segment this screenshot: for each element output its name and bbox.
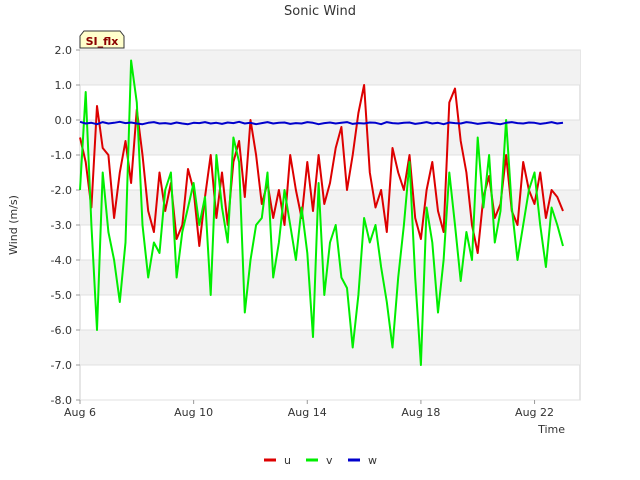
legend: u v w — [264, 454, 377, 467]
y-tick-label: 0.0 — [55, 114, 73, 127]
x-tick-label: Aug 6 — [64, 406, 96, 419]
sonic-wind-chart: Sonic Wind 2.0 1.0 0.0 -1.0 -2.0 -3.0 -4.0 -5.0… — [7, 4, 581, 467]
y-axis-ticks: 2.01.00.0-1.0-2.0-3.0-4.0-5.0-6.0-7.0-8.… — [51, 44, 80, 407]
y-axis-label: Wind (m/s) — [7, 195, 20, 255]
y-tick-label: -2.0 — [51, 184, 72, 197]
y-tick-label: 2.0 — [55, 44, 73, 57]
y-tick-label: -7.0 — [51, 359, 72, 372]
y-tick-label: -3.0 — [51, 219, 72, 232]
y-tick-label: -6.0 — [51, 324, 72, 337]
series-badge: SI_flx — [79, 30, 125, 49]
x-tick-label: Aug 14 — [288, 406, 327, 419]
x-tick-label: Aug 18 — [401, 406, 440, 419]
badge-label: SI_flx — [86, 35, 119, 48]
y-tick-label: 1.0 — [55, 79, 73, 92]
legend-label-v: v — [326, 454, 333, 467]
y-tick-label: -1.0 — [51, 149, 72, 162]
legend-label-w: w — [368, 454, 377, 467]
x-axis-label: Time — [537, 423, 565, 436]
legend-label-u: u — [284, 454, 291, 467]
x-axis-ticks: Aug 6 Aug 10 Aug 14 Aug 18 Aug 22 — [64, 400, 554, 419]
plot-band — [80, 260, 580, 295]
x-tick-label: Aug 10 — [174, 406, 213, 419]
plot-band — [80, 50, 580, 85]
x-tick-label: Aug 22 — [515, 406, 554, 419]
plot-band — [80, 330, 580, 365]
chart-title: Sonic Wind — [284, 4, 356, 19]
y-tick-label: -5.0 — [51, 289, 72, 302]
y-tick-label: -4.0 — [51, 254, 72, 267]
